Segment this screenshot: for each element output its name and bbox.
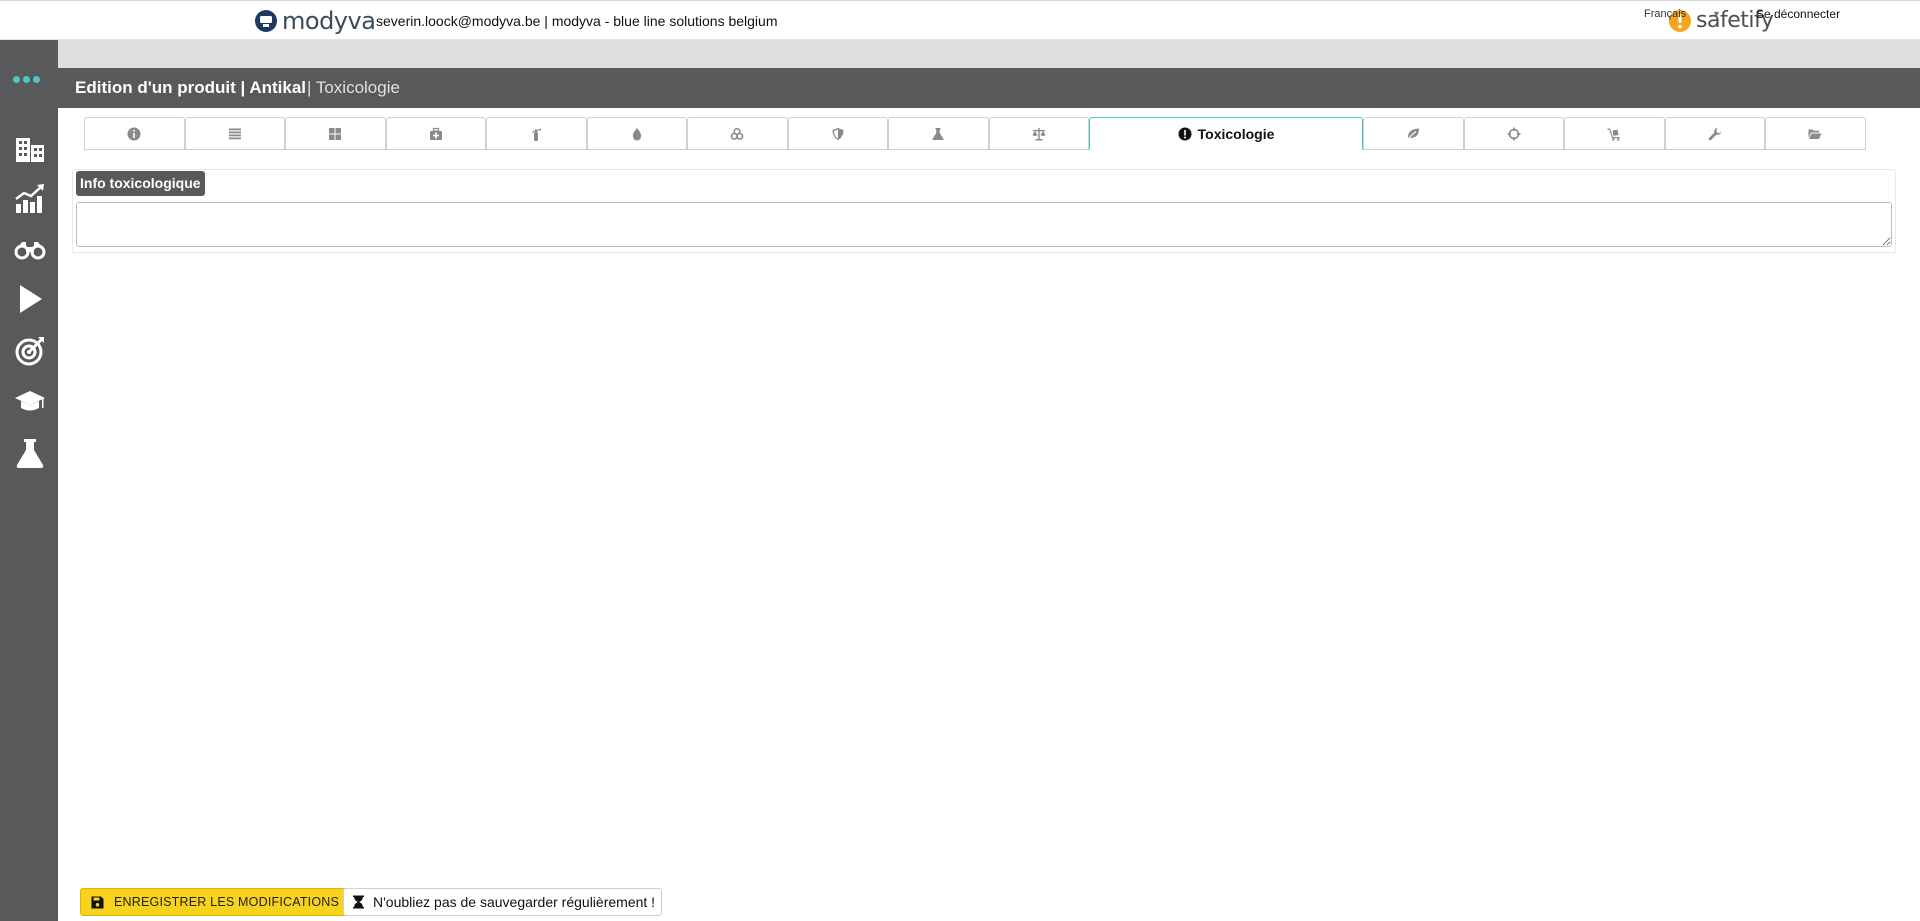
- hourglass-icon: [353, 895, 364, 909]
- tab-biohazard[interactable]: [687, 117, 788, 150]
- tab-crosshair[interactable]: [1463, 117, 1564, 150]
- title-bar: Edition d'un produit | Antikal | Toxicol…: [58, 68, 1920, 108]
- tab-balance[interactable]: [988, 117, 1089, 150]
- page-title: Edition d'un produit | Antikal: [75, 78, 307, 97]
- tab-leaf[interactable]: [1363, 117, 1464, 150]
- user-info: severin.loock@modyva.be | modyva - blue …: [376, 13, 778, 29]
- language-bar: [58, 40, 1920, 68]
- leaf-icon: [1406, 128, 1420, 141]
- tab-fire-extinguisher[interactable]: [486, 117, 587, 150]
- section-label: Info toxicologique: [76, 171, 205, 196]
- target-icon[interactable]: [14, 335, 46, 367]
- grid-icon: [329, 127, 342, 140]
- brand-name: modyva: [282, 7, 376, 35]
- tab-wrench[interactable]: [1664, 117, 1765, 150]
- page-subtitle: | Toxicologie: [307, 78, 400, 97]
- save-reminder-label: N'oubliez pas de sauvegarder régulièreme…: [373, 894, 656, 910]
- drop-icon: [632, 127, 641, 140]
- binoculars-icon[interactable]: [14, 233, 46, 265]
- tab-shield[interactable]: [787, 117, 888, 150]
- save-button-label: ENREGISTRER LES MODIFICATIONS: [114, 895, 340, 909]
- save-reminder: N'oubliez pas de sauvegarder régulièreme…: [343, 888, 663, 916]
- tab-first-aid[interactable]: [385, 117, 486, 150]
- floppy-disk-icon: [91, 896, 104, 908]
- flask-icon: [932, 127, 944, 140]
- modyva-logo-icon: [255, 10, 277, 32]
- tab-info[interactable]: [84, 117, 185, 150]
- balance-icon: [1032, 127, 1046, 140]
- info-icon: [127, 127, 141, 140]
- exclamation-icon: [1178, 127, 1192, 140]
- play-icon[interactable]: [14, 283, 46, 315]
- tab-toxicologie[interactable]: Toxicologie: [1089, 117, 1363, 150]
- list-icon: [228, 128, 241, 139]
- tab-folder[interactable]: [1765, 117, 1866, 150]
- first-aid-kit-icon: [429, 127, 442, 140]
- toxicology-info-textarea[interactable]: [76, 202, 1892, 247]
- logout-link[interactable]: Se déconnecter: [1756, 7, 1840, 21]
- flask-icon[interactable]: [14, 437, 46, 469]
- language-select[interactable]: Français: [1644, 8, 1686, 20]
- product-tabs: Toxicologie: [84, 117, 1866, 150]
- buildings-icon[interactable]: [14, 132, 46, 164]
- tab-grid[interactable]: [285, 117, 386, 150]
- shield-icon: [832, 127, 844, 140]
- crosshair-icon: [1507, 127, 1521, 140]
- chart-growth-icon[interactable]: [14, 182, 46, 214]
- folder-open-icon: [1808, 129, 1822, 139]
- tab-flask[interactable]: [888, 117, 989, 150]
- chevron-down-icon[interactable]: ▼: [1712, 9, 1721, 19]
- top-header: modyva severin.loock@modyva.be | modyva …: [0, 0, 1920, 40]
- menu-dots-icon[interactable]: [13, 76, 40, 83]
- fire-extinguisher-icon: [532, 128, 542, 141]
- tab-toxicologie-label: Toxicologie: [1197, 125, 1275, 142]
- tab-list[interactable]: [184, 117, 285, 150]
- biohazard-icon: [730, 127, 744, 140]
- wrench-icon: [1708, 127, 1721, 140]
- cart-icon: [1607, 128, 1620, 141]
- sidebar: [0, 40, 58, 921]
- save-button[interactable]: ENREGISTRER LES MODIFICATIONS: [80, 888, 349, 916]
- modyva-logo[interactable]: modyva: [254, 7, 376, 35]
- tab-cart[interactable]: [1564, 117, 1665, 150]
- graduation-cap-icon[interactable]: [14, 386, 46, 418]
- tab-drop[interactable]: [586, 117, 687, 150]
